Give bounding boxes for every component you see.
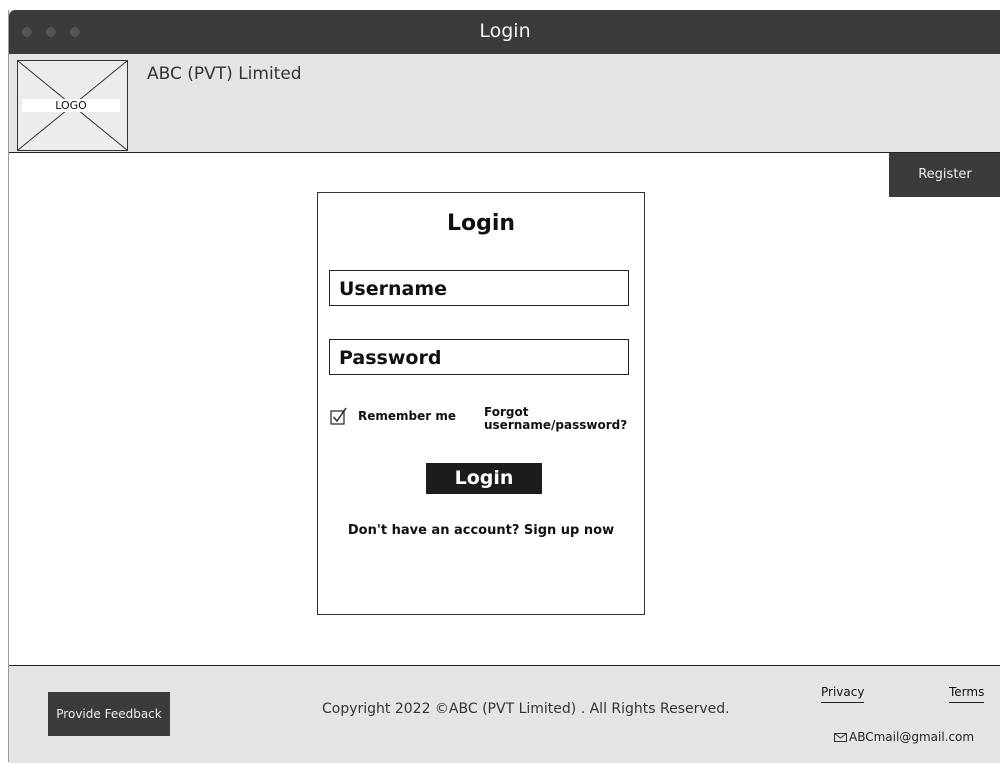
register-button[interactable]: Register bbox=[889, 153, 1000, 197]
contact-email-text: ABCmail@gmail.com bbox=[849, 730, 975, 744]
page-footer: Provide Feedback Copyright 2022 ©ABC (PV… bbox=[9, 665, 1000, 763]
logo-placeholder: LOGO bbox=[17, 60, 128, 151]
envelope-icon bbox=[834, 733, 847, 742]
privacy-link[interactable]: Privacy bbox=[821, 685, 865, 703]
contact-email[interactable]: ABCmail@gmail.com bbox=[834, 730, 974, 744]
title-bar: Login bbox=[9, 10, 1000, 54]
page-header: LOGO ABC (PVT) Limited bbox=[9, 54, 1000, 153]
remember-me-checkbox[interactable] bbox=[330, 407, 348, 425]
username-input[interactable]: Username bbox=[329, 270, 629, 306]
signup-link[interactable]: Don't have an account? Sign up now bbox=[318, 523, 644, 538]
forgot-link-line2: username/password? bbox=[484, 418, 628, 432]
login-card: Login Username Password Remember me Forg… bbox=[317, 192, 645, 615]
copyright-text: Copyright 2022 ©ABC (PVT Limited) . All … bbox=[322, 701, 730, 717]
window-title: Login bbox=[479, 20, 531, 42]
logo-label: LOGO bbox=[22, 99, 120, 112]
forgot-password-link[interactable]: Forgot username/password? bbox=[484, 406, 627, 432]
remember-me-label[interactable]: Remember me bbox=[358, 409, 456, 423]
app-window: Login LOGO ABC (PVT) Limited Register Lo… bbox=[8, 10, 1000, 763]
login-button[interactable]: Login bbox=[426, 463, 542, 494]
provide-feedback-button[interactable]: Provide Feedback bbox=[48, 692, 170, 736]
password-input[interactable]: Password bbox=[329, 339, 629, 375]
login-title: Login bbox=[446, 211, 516, 236]
company-name: ABC (PVT) Limited bbox=[147, 64, 302, 84]
terms-link[interactable]: Terms bbox=[949, 685, 985, 703]
